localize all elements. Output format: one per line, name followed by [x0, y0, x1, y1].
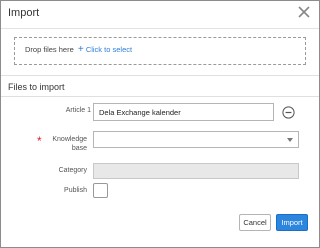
close-icon[interactable] [297, 5, 311, 19]
plus-icon: + [77, 44, 84, 55]
dialog-title: Import [8, 7, 40, 19]
knowledge-base-label: Knowledge base [47, 135, 87, 153]
knowledge-base-label-line2: base [71, 145, 87, 152]
article-name-input[interactable] [93, 103, 274, 121]
section-divider-bottom [1, 96, 319, 97]
import-button[interactable]: Import [276, 214, 308, 231]
publish-checkbox[interactable] [93, 183, 108, 198]
click-to-select-label: Click to select [85, 45, 133, 54]
remove-circle-icon[interactable] [282, 106, 295, 119]
files-to-import-heading: Files to import [8, 82, 65, 92]
dialog-titlebar: Import [1, 1, 319, 29]
required-asterisk: * [37, 134, 42, 148]
section-divider-top [1, 75, 319, 76]
dropzone-instruction: Drop files here [25, 45, 74, 54]
dropzone-text: Drop files here + Click to select [25, 44, 133, 55]
knowledge-base-label-line1: Knowledge [52, 136, 87, 143]
chevron-down-icon [287, 138, 293, 142]
file-dropzone[interactable]: Drop files here + Click to select [14, 37, 306, 65]
publish-label: Publish [64, 187, 87, 194]
cancel-button[interactable]: Cancel [239, 214, 271, 231]
category-field-disabled [93, 163, 299, 179]
category-label: Category [58, 167, 87, 174]
click-to-select-link[interactable]: + Click to select [77, 44, 133, 55]
import-dialog: Import Drop files here + Click to select… [0, 0, 320, 248]
knowledge-base-select[interactable] [93, 131, 299, 148]
article-label: Article 1 [65, 107, 91, 114]
